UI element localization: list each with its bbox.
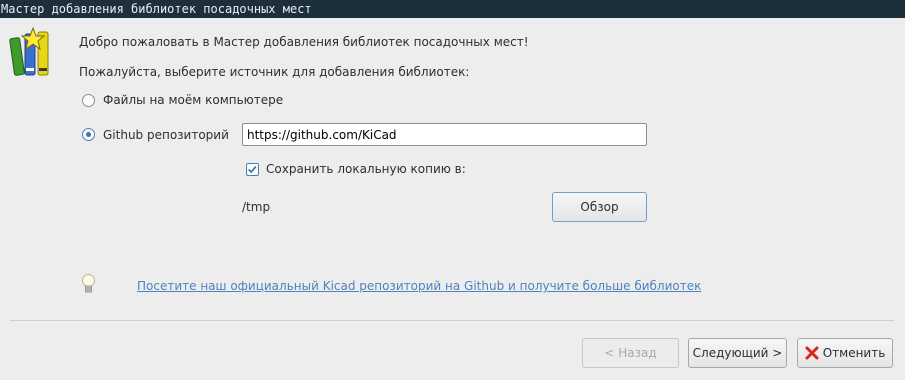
window-title: Мастер добавления библиотек посадочных м…: [0, 0, 905, 18]
kicad-github-link[interactable]: Посетите наш официальный Kicad репозитор…: [137, 279, 701, 293]
save-local-copy-checkbox[interactable]: [246, 163, 259, 176]
source-prompt-text: Пожалуйста, выберите источник для добавл…: [79, 65, 470, 79]
save-local-copy-label[interactable]: Сохранить локальную копию в:: [266, 162, 466, 176]
back-button-label: < Назад: [604, 346, 657, 360]
local-files-radio[interactable]: [82, 94, 95, 107]
cancel-button[interactable]: Отменить: [797, 338, 893, 368]
lightbulb-icon: [82, 274, 95, 293]
checkmark-icon: [248, 165, 257, 174]
github-repo-label[interactable]: Github репозиторий: [103, 128, 229, 142]
github-url-input[interactable]: [242, 123, 647, 146]
welcome-text: Добро пожаловать в Мастер добавления биб…: [79, 35, 529, 49]
back-button[interactable]: < Назад: [582, 338, 679, 368]
local-path-text: /tmp: [242, 200, 271, 214]
cancel-button-label: Отменить: [822, 346, 886, 360]
library-wizard-icon: [9, 26, 49, 76]
local-files-label[interactable]: Файлы на моём компьютере: [103, 93, 283, 107]
footer-separator: [10, 320, 894, 321]
close-icon: [805, 346, 819, 360]
next-button[interactable]: Следующий >: [688, 338, 787, 368]
github-repo-radio[interactable]: [82, 128, 95, 141]
next-button-label: Следующий >: [692, 346, 783, 360]
browse-button[interactable]: Обзор: [552, 192, 647, 222]
